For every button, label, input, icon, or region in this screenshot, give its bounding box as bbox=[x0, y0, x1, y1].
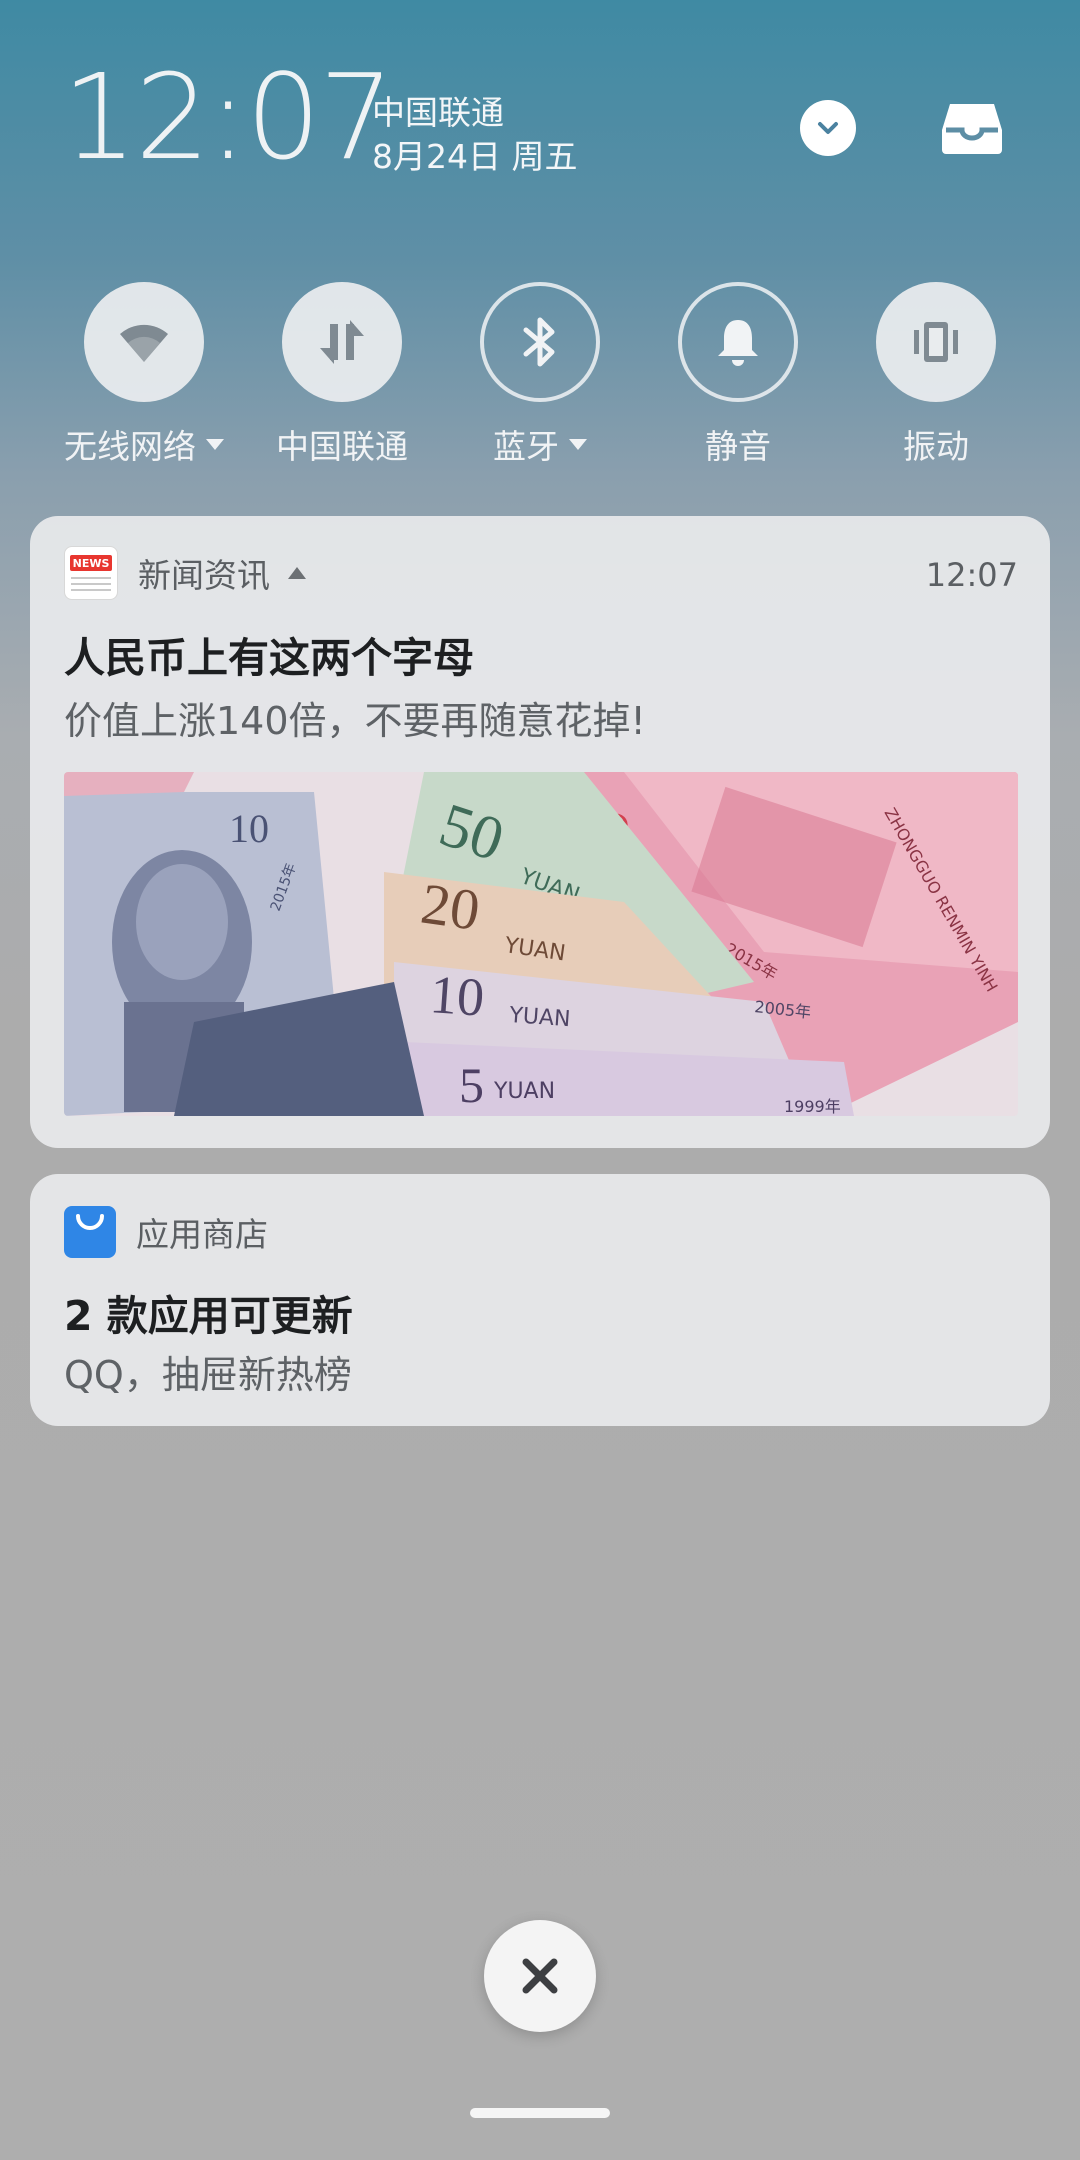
silent-label-text: 静音 bbox=[705, 427, 771, 466]
mobile-data-toggle[interactable] bbox=[282, 282, 402, 402]
vibrate-toggle[interactable] bbox=[876, 282, 996, 402]
clear-all-button[interactable] bbox=[484, 1920, 596, 2032]
home-indicator[interactable] bbox=[470, 2108, 610, 2118]
inbox-icon bbox=[942, 104, 1002, 154]
expand-chevron-button[interactable] bbox=[800, 100, 856, 156]
wifi-icon bbox=[120, 324, 168, 362]
news-notification-title: 人民币上有这两个字母 bbox=[64, 634, 474, 682]
app-store-notification-card[interactable]: 应用商店 2 款应用可更新 QQ，抽屉新热榜 bbox=[30, 1174, 1050, 1426]
bluetooth-toggle-label[interactable]: 蓝牙 bbox=[440, 420, 640, 468]
app-store-title: 2 款应用可更新 bbox=[64, 1292, 353, 1340]
yuan-label-5: YUAN bbox=[493, 1079, 555, 1104]
collapse-caret-icon[interactable] bbox=[288, 567, 306, 579]
app-store-header: 应用商店 bbox=[64, 1206, 268, 1258]
bluetooth-toggle[interactable] bbox=[480, 282, 600, 402]
news-notification-card[interactable]: NEWS 新闻资讯 12:07 人民币上有这两个字母 价值上涨140倍，不要再随… bbox=[30, 516, 1050, 1148]
carrier-name: 中国联通 bbox=[372, 93, 504, 132]
chevron-down-icon bbox=[818, 122, 838, 134]
caret-down-icon bbox=[206, 438, 224, 450]
note-10-label: 10 bbox=[428, 964, 486, 1028]
mobile-data-icon bbox=[320, 320, 364, 364]
note-5-label: 5 bbox=[459, 1057, 484, 1113]
yuan-label-10: YUAN bbox=[508, 1003, 572, 1032]
mobile-data-label-text: 中国联通 bbox=[276, 427, 408, 466]
app-store-icon bbox=[64, 1206, 116, 1258]
date-text: 8月24日 周五 bbox=[372, 137, 578, 176]
vibrate-toggle-label[interactable]: 振动 bbox=[836, 420, 1036, 468]
clock-time: 12:07 bbox=[62, 48, 394, 186]
bluetooth-label-text: 蓝牙 bbox=[493, 427, 559, 466]
wifi-toggle[interactable] bbox=[84, 282, 204, 402]
news-app-name: 新闻资讯 bbox=[138, 556, 270, 595]
banknotes-image: 100 YUAN ZHONGGUO RENMIN YINH 2015年 50 Y… bbox=[64, 772, 1018, 1116]
notification-inbox-button[interactable] bbox=[936, 92, 1008, 164]
news-badge: NEWS bbox=[70, 555, 112, 571]
news-app-header: NEWS 新闻资讯 bbox=[64, 546, 306, 600]
note-20-label: 20 bbox=[417, 871, 483, 943]
caret-down-icon bbox=[569, 438, 587, 450]
news-notification-body: 价值上涨140倍，不要再随意花掉! bbox=[64, 699, 646, 743]
wifi-toggle-label[interactable]: 无线网络 bbox=[44, 420, 244, 468]
year-1999: 1999年 bbox=[784, 1097, 841, 1116]
app-store-name: 应用商店 bbox=[136, 1215, 268, 1254]
mobile-data-toggle-label[interactable]: 中国联通 bbox=[242, 420, 442, 468]
close-icon bbox=[522, 1958, 558, 1994]
app-store-body: QQ，抽屉新热榜 bbox=[64, 1353, 352, 1397]
vibrate-label-text: 振动 bbox=[903, 427, 969, 466]
vibrate-icon bbox=[914, 322, 958, 362]
shopping-bag-icon bbox=[76, 1214, 104, 1230]
silent-toggle-label[interactable]: 静音 bbox=[638, 420, 838, 468]
news-hero-image[interactable]: 100 YUAN ZHONGGUO RENMIN YINH 2015年 50 Y… bbox=[64, 772, 1018, 1116]
bluetooth-icon bbox=[523, 317, 555, 367]
silent-toggle[interactable] bbox=[678, 282, 798, 402]
news-app-icon: NEWS bbox=[64, 546, 118, 600]
wifi-label-text: 无线网络 bbox=[64, 427, 196, 466]
news-notification-time: 12:07 bbox=[925, 556, 1018, 594]
note-10-blue-label: 10 bbox=[229, 806, 269, 851]
bell-icon bbox=[718, 320, 758, 366]
